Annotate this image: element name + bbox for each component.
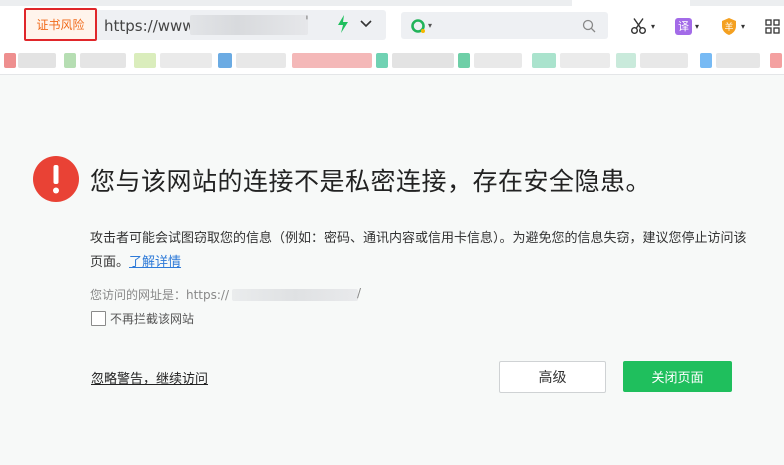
dont-block-checkbox[interactable] xyxy=(91,311,106,326)
bookmark-item[interactable] xyxy=(4,53,16,68)
visited-url-redacted xyxy=(232,289,358,301)
url-text[interactable]: https://www xyxy=(104,16,195,36)
guard-button[interactable]: 羊 ▾ xyxy=(720,16,745,36)
translate-button[interactable]: 译 ▾ xyxy=(675,16,699,36)
warning-headline: 您与该网站的连接不是私密连接，存在安全隐患。 xyxy=(90,167,652,196)
tab-strip xyxy=(0,0,784,6)
bookmark-item[interactable] xyxy=(218,53,232,68)
advanced-button[interactable]: 高级 xyxy=(499,361,606,393)
bookmark-item[interactable] xyxy=(376,53,388,68)
bookmark-item[interactable] xyxy=(716,53,760,68)
bookmarks-bar xyxy=(0,50,784,74)
learn-more-link[interactable]: 了解详情 xyxy=(129,255,181,270)
bookmark-item[interactable] xyxy=(700,53,712,68)
bookmark-item[interactable] xyxy=(80,53,126,68)
bookmark-item[interactable] xyxy=(616,53,636,68)
warning-description: 攻击者可能会试图窃取您的信息（例如：密码、通讯内容或信用卡信息）。为避免您的信息… xyxy=(90,227,750,275)
lightning-icon[interactable] xyxy=(336,14,350,34)
scissors-button[interactable]: ▾ xyxy=(630,16,655,36)
dont-block-option[interactable]: 不再拦截该网站 xyxy=(91,310,194,327)
bookmark-item[interactable] xyxy=(474,53,522,68)
description-text: 攻击者可能会试图窃取您的信息（例如：密码、通讯内容或信用卡信息）。为避免您的信息… xyxy=(90,231,747,270)
bookmark-item[interactable] xyxy=(532,53,556,68)
bookmark-item[interactable] xyxy=(392,53,454,68)
caret-icon: ▾ xyxy=(741,21,746,31)
bookmark-item[interactable] xyxy=(18,53,56,68)
bookmark-item[interactable] xyxy=(560,53,610,68)
bookmark-item[interactable] xyxy=(160,53,212,68)
scissors-icon xyxy=(631,18,646,34)
search-icon[interactable] xyxy=(582,19,596,33)
chevron-down-icon[interactable] xyxy=(359,17,373,31)
certificate-risk-badge[interactable]: 证书风险 xyxy=(24,8,97,41)
visited-url-label: 您访问的网址是：https:// xyxy=(90,288,230,302)
bookmark-item[interactable] xyxy=(458,53,470,68)
engine-caret-icon[interactable]: ▾ xyxy=(428,21,432,30)
bookmark-item[interactable] xyxy=(134,53,156,68)
dont-block-label: 不再拦截该网站 xyxy=(110,312,195,326)
svg-text:羊: 羊 xyxy=(724,21,733,33)
warning-icon xyxy=(33,156,79,202)
bookmark-item[interactable] xyxy=(640,53,688,68)
search-box[interactable] xyxy=(401,12,608,39)
ignore-warning-link[interactable]: 忽略警告，继续访问 xyxy=(91,368,208,387)
url-tick: ' xyxy=(305,14,309,30)
shield-icon: 羊 xyxy=(722,17,736,35)
bookmark-item[interactable] xyxy=(770,53,782,68)
visited-url-suffix: / xyxy=(357,286,362,300)
grid-icon[interactable] xyxy=(765,19,780,34)
search-engine-icon[interactable] xyxy=(410,18,426,34)
close-page-button[interactable]: 关闭页面 xyxy=(623,361,732,392)
bookmark-item[interactable] xyxy=(64,53,76,68)
certificate-risk-label: 证书风险 xyxy=(36,18,85,32)
translate-icon: 译 xyxy=(675,17,692,35)
browser-toolbar: 证书风险 https://www ' ▾ ▾ 译 ▾ 羊 ▾ xyxy=(0,0,784,50)
bookmark-item[interactable] xyxy=(292,53,372,68)
caret-icon: ▾ xyxy=(651,21,656,31)
caret-icon: ▾ xyxy=(695,21,700,31)
divider xyxy=(0,74,784,75)
bookmark-item[interactable] xyxy=(236,53,286,68)
url-redacted xyxy=(190,15,308,35)
